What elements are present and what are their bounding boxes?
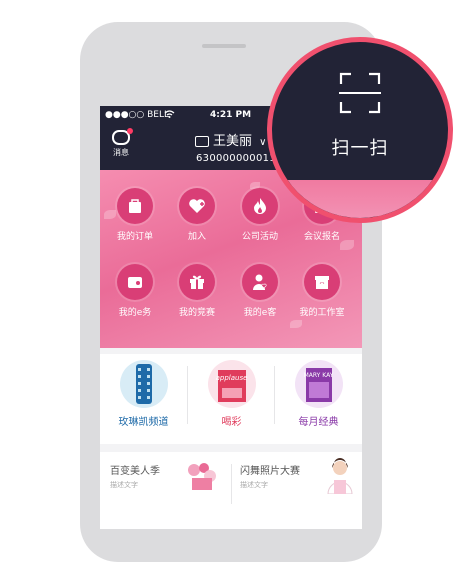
- scan-label: 扫一扫: [331, 138, 389, 159]
- menu-item-my-e-clients[interactable]: 我的e客: [229, 264, 291, 318]
- user-id: 630000000011: [196, 153, 276, 164]
- unread-dot: [127, 128, 133, 134]
- menu-label: 会议报名: [303, 232, 340, 242]
- scan-zoom-callout[interactable]: 扫一扫: [267, 37, 453, 223]
- menu-label: 我的工作室: [299, 308, 345, 318]
- menu-label: 加入: [187, 232, 206, 242]
- messages-label: 消息: [113, 148, 129, 157]
- heart-plus-icon: [189, 199, 205, 213]
- banner-flash-photo-contest[interactable]: 闪舞照片大赛 描述文字: [240, 462, 300, 490]
- person-heart-icon: [253, 274, 267, 290]
- mary-kay-book-icon: MARY KAY: [294, 360, 343, 408]
- feature-label: 玫琳凯频道: [118, 417, 169, 428]
- carrier-label: ●●●○○ BELL: [105, 110, 170, 120]
- id-card-icon: [195, 136, 209, 147]
- menu-label: 公司活动: [241, 232, 278, 242]
- banner-row: 百变美人季 描述文字 闪舞照片大赛 描述文字: [100, 452, 362, 529]
- feature-label: 喝彩: [221, 417, 242, 428]
- status-time: 4:21 PM: [210, 110, 252, 120]
- film-reel-icon: [119, 360, 168, 408]
- menu-item-join[interactable]: 加入: [166, 188, 228, 242]
- model-photo: [322, 458, 358, 495]
- menu-item-my-studio[interactable]: 我的工作室: [291, 264, 353, 318]
- feature-monthly-classics[interactable]: MARY KAY 每月经典: [275, 360, 362, 428]
- scan-frame-icon: [339, 72, 381, 114]
- message-icon: [112, 128, 133, 145]
- banner-title: 闪舞照片大赛: [240, 466, 300, 477]
- applause-book-icon: applause: [207, 360, 256, 408]
- banner-beauty-season[interactable]: 百变美人季 描述文字: [110, 462, 160, 490]
- bag-icon: [129, 199, 141, 213]
- applause-book-text: applause: [215, 374, 248, 382]
- menu-label: 我的e务: [118, 308, 152, 318]
- feature-label: 每月经典: [298, 417, 339, 428]
- studio-box-icon: [315, 276, 329, 289]
- menu-label: 我的竞赛: [178, 308, 215, 318]
- messages-button[interactable]: 消息: [109, 128, 133, 158]
- zoom-pink-strip: [272, 180, 448, 218]
- feature-tiles: 玫琳凯频道 applause 喝彩 MARY KAY 每月经典: [100, 354, 362, 444]
- menu-item-my-e-business[interactable]: 我的e务: [104, 264, 166, 318]
- divider: [231, 464, 232, 504]
- chevron-down-icon: ∨: [259, 137, 267, 148]
- flame-icon: [254, 198, 266, 214]
- menu-item-my-orders[interactable]: 我的订单: [104, 188, 166, 242]
- user-name: 王美丽: [213, 134, 253, 149]
- gift-icon: [190, 275, 204, 289]
- menu-item-my-contests[interactable]: 我的竞赛: [166, 264, 228, 318]
- user-switcher[interactable]: 王美丽 ∨: [195, 130, 266, 149]
- wifi-icon: [164, 110, 175, 121]
- menu-label: 我的e客: [243, 308, 277, 318]
- feature-mary-kay-channel[interactable]: 玫琳凯频道: [100, 360, 187, 428]
- flower-gift-image: [184, 460, 220, 492]
- banner-subtitle: 描述文字: [110, 481, 138, 489]
- menu-label: 我的订单: [116, 232, 153, 242]
- feature-applause[interactable]: applause 喝彩: [188, 360, 275, 428]
- wallet-icon: [128, 277, 142, 288]
- book-brand-text: MARY KAY: [303, 372, 334, 379]
- banner-title: 百变美人季: [110, 466, 160, 477]
- phone-speaker: [202, 44, 246, 48]
- banner-subtitle: 描述文字: [240, 481, 268, 489]
